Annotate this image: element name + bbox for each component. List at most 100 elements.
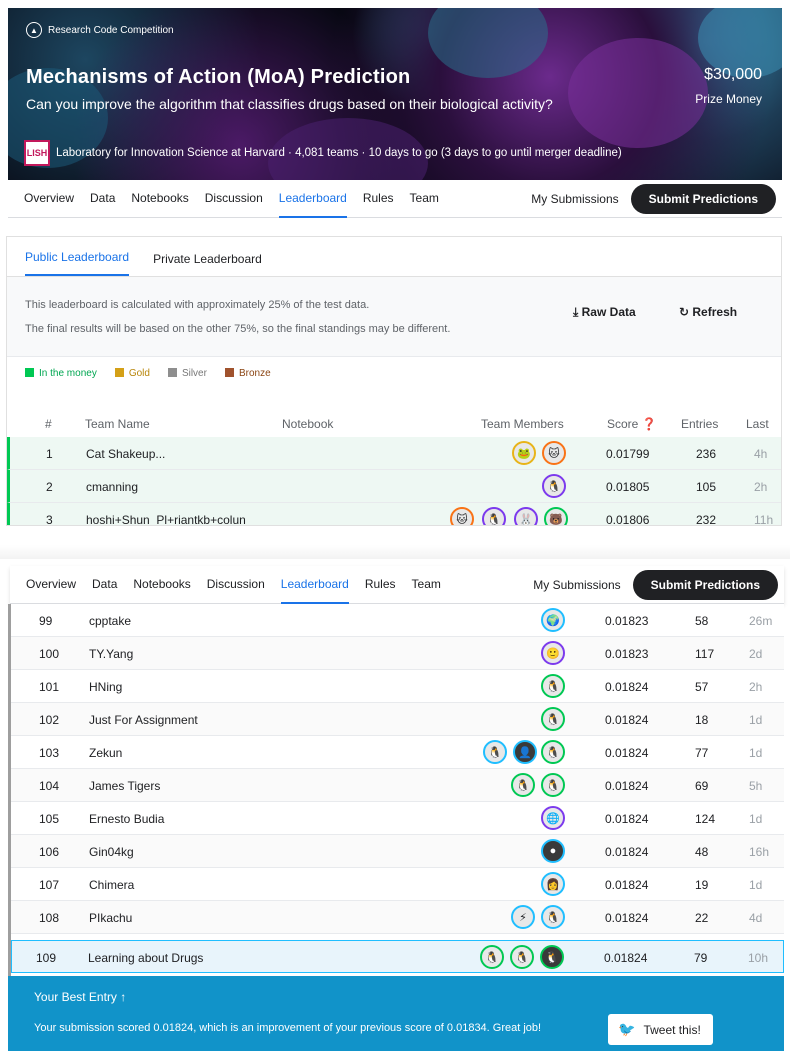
row-last: 11h: [754, 513, 774, 526]
member-avatar[interactable]: ⚡: [511, 905, 535, 929]
member-avatar[interactable]: 🐧: [510, 945, 534, 969]
table-row[interactable]: 102 Just For Assignment 🐧 0.01824 18 1d: [11, 703, 784, 736]
flask-icon: ▲: [26, 22, 42, 38]
row-last: 1d: [749, 812, 763, 826]
header-score[interactable]: Score ❓: [607, 417, 657, 431]
member-avatar[interactable]: 🐧: [541, 707, 565, 731]
tweet-button[interactable]: 🐦 Tweet this!: [608, 1014, 713, 1045]
row-team-name[interactable]: Ernesto Budia: [89, 812, 164, 826]
tab-team[interactable]: Team: [410, 180, 439, 218]
legend-gold: Gold: [114, 368, 150, 379]
submit-predictions-button[interactable]: Submit Predictions: [632, 569, 778, 600]
row-last: 5h: [749, 779, 763, 793]
table-row[interactable]: 104 James Tigers 🐧 🐧 0.01824 69 5h: [11, 769, 784, 802]
tab-discussion[interactable]: Discussion: [207, 566, 265, 604]
sticky-competition-nav: Overview Data Notebooks Discussion Leade…: [10, 566, 784, 604]
tab-rules[interactable]: Rules: [365, 566, 396, 604]
tab-data[interactable]: Data: [92, 566, 117, 604]
leaderboard-panel: Public Leaderboard Private Leaderboard T…: [6, 236, 782, 526]
row-team-name[interactable]: James Tigers: [89, 779, 160, 793]
tab-team[interactable]: Team: [412, 566, 441, 604]
row-team-name[interactable]: PIkachu: [89, 911, 132, 925]
member-avatar[interactable]: 🐻: [544, 507, 568, 525]
row-score: 0.01806: [606, 513, 650, 526]
tab-data[interactable]: Data: [90, 180, 115, 218]
row-rank: 101: [39, 680, 60, 694]
row-score: 0.01823: [605, 647, 649, 661]
member-avatar[interactable]: 🌍: [541, 608, 565, 632]
host-logo[interactable]: LISH: [24, 140, 50, 166]
tab-rules[interactable]: Rules: [363, 180, 394, 218]
raw-data-button[interactable]: ⤓ Raw Data: [573, 305, 636, 320]
member-avatar[interactable]: 🐧: [541, 674, 565, 698]
tab-notebooks[interactable]: Notebooks: [131, 180, 188, 218]
row-last: 2h: [749, 680, 763, 694]
member-avatar[interactable]: ●: [541, 839, 565, 863]
row-team-name[interactable]: HNing: [89, 680, 122, 694]
row-team-name[interactable]: Cat Shakeup...: [86, 447, 165, 461]
row-team-name[interactable]: Just For Assignment: [89, 713, 198, 727]
member-avatar[interactable]: 🐧: [541, 740, 565, 764]
table-row[interactable]: 103 Zekun 🐧 👤 🐧 0.01824 77 1d: [11, 736, 784, 769]
header-notebook: Notebook: [282, 417, 334, 431]
row-team-name[interactable]: cmanning: [86, 480, 138, 494]
help-icon[interactable]: ❓: [642, 417, 657, 431]
tab-notebooks[interactable]: Notebooks: [133, 566, 190, 604]
legend-in-the-money: In the money: [25, 368, 97, 379]
table-row[interactable]: 2 cmanning 🐧 0.01805 105 2h: [7, 470, 781, 503]
my-submissions-link[interactable]: My Submissions: [531, 192, 618, 206]
tab-private-leaderboard[interactable]: Private Leaderboard: [153, 252, 262, 276]
row-team-name[interactable]: cpptake: [89, 614, 131, 628]
member-avatar[interactable]: 🐧: [541, 773, 565, 797]
row-entries: 69: [695, 779, 709, 793]
table-row[interactable]: 106 Gin04kg ● 0.01824 48 16h: [11, 835, 784, 868]
member-avatar[interactable]: 🌐: [541, 806, 565, 830]
member-avatar[interactable]: 🐱: [542, 441, 566, 465]
my-submissions-link[interactable]: My Submissions: [533, 578, 620, 592]
row-team-name[interactable]: Zekun: [89, 746, 122, 760]
table-row[interactable]: 100 TY.Yang 🙂 0.01823 117 2d: [11, 637, 784, 670]
row-score: 0.01824: [604, 951, 648, 965]
table-row[interactable]: 105 Ernesto Budia 🌐 0.01824 124 1d: [11, 802, 784, 835]
member-avatar[interactable]: 🐱: [450, 507, 474, 525]
member-avatar[interactable]: 🐧: [480, 945, 504, 969]
member-avatar[interactable]: 🐧: [483, 740, 507, 764]
tab-overview[interactable]: Overview: [24, 180, 74, 218]
medal-legend: In the money Gold Silver Bronze: [25, 368, 271, 379]
raw-data-label: Raw Data: [581, 305, 636, 319]
member-avatar[interactable]: 🙂: [541, 641, 565, 665]
row-score: 0.01824: [605, 746, 649, 760]
member-avatar[interactable]: 🐧: [511, 773, 535, 797]
member-avatar[interactable]: 🐧: [482, 507, 506, 525]
table-row[interactable]: 99 cpptake 🌍 0.01823 58 26m: [11, 604, 784, 637]
member-avatar[interactable]: 🐧: [542, 474, 566, 498]
table-row[interactable]: 108 PIkachu ⚡ 🐧 0.01824 22 4d: [11, 901, 784, 934]
table-row[interactable]: 101 HNing 🐧 0.01824 57 2h: [11, 670, 784, 703]
row-last: 1d: [749, 878, 763, 892]
row-team-name[interactable]: hoshi+Shun_Pl+riantkb+colun: [86, 513, 246, 525]
current-user-row[interactable]: 109 Learning about Drugs 🐧 🐧 🐧 0.01824 7…: [11, 940, 784, 973]
tab-overview[interactable]: Overview: [26, 566, 76, 604]
member-avatar[interactable]: 🐸: [512, 441, 536, 465]
row-team-name[interactable]: TY.Yang: [89, 647, 133, 661]
member-avatar[interactable]: 🐰: [514, 507, 538, 525]
member-avatar[interactable]: 🐧: [540, 945, 564, 969]
table-row[interactable]: 3 hoshi+Shun_Pl+riantkb+colun 🐱 🐧 🐰 🐻 0.…: [7, 503, 781, 526]
refresh-button[interactable]: ↻ Refresh: [679, 305, 737, 319]
tab-discussion[interactable]: Discussion: [205, 180, 263, 218]
row-team-name[interactable]: Chimera: [89, 878, 134, 892]
row-last: 1d: [749, 713, 763, 727]
tab-public-leaderboard[interactable]: Public Leaderboard: [25, 250, 130, 276]
leaderboard-notice: This leaderboard is calculated with appr…: [7, 277, 781, 357]
submit-predictions-button[interactable]: Submit Predictions: [630, 183, 776, 214]
row-team-name[interactable]: Learning about Drugs: [88, 951, 203, 965]
tab-leaderboard[interactable]: Leaderboard: [278, 180, 347, 218]
row-team-name[interactable]: Gin04kg: [89, 845, 134, 859]
member-avatar[interactable]: 👩: [541, 872, 565, 896]
table-row[interactable]: 1 Cat Shakeup... 🐸 🐱 0.01799 236 4h: [7, 437, 781, 470]
row-rank: 108: [39, 911, 60, 925]
table-row[interactable]: 107 Chimera 👩 0.01824 19 1d: [11, 868, 784, 901]
member-avatar[interactable]: 🐧: [541, 905, 565, 929]
member-avatar[interactable]: 👤: [513, 740, 537, 764]
tab-leaderboard[interactable]: Leaderboard: [280, 566, 349, 604]
